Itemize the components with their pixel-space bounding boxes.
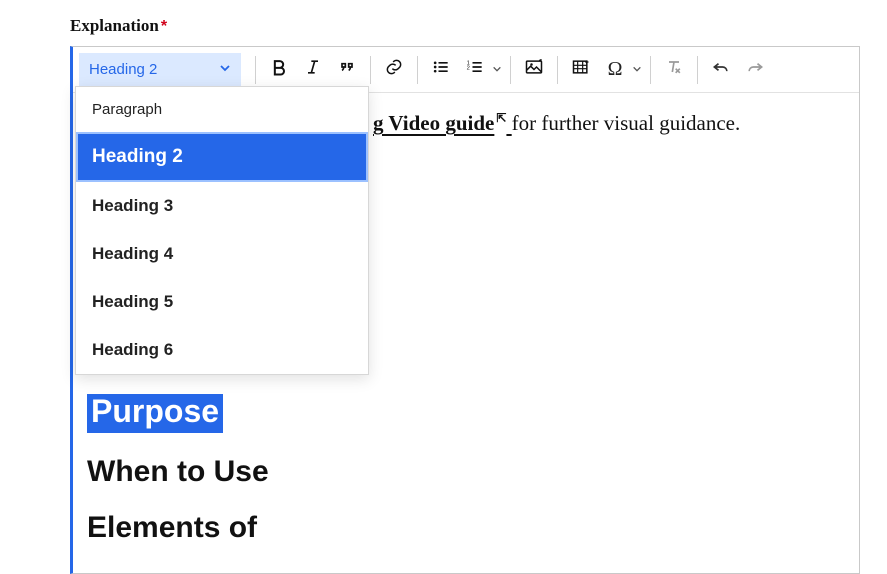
italic-icon: [303, 57, 323, 82]
external-link-icon: ⇱: [496, 111, 506, 126]
clear-formatting-button[interactable]: [657, 53, 691, 87]
special-char-icon: Ω: [608, 58, 623, 81]
link-button[interactable]: [377, 53, 411, 87]
redo-button[interactable]: [738, 53, 772, 87]
quote-icon: [337, 57, 357, 82]
undo-icon: [711, 57, 731, 82]
chevron-down-icon: [632, 61, 642, 79]
link-icon: [384, 57, 404, 82]
heading-option-heading-6[interactable]: Heading 6: [76, 326, 368, 374]
svg-text:2: 2: [467, 66, 470, 72]
content-line-1-rest: for further visual guidance.: [512, 111, 741, 135]
field-label: Explanation: [70, 16, 159, 35]
toolbar-separator: [370, 56, 371, 84]
undo-button[interactable]: [704, 53, 738, 87]
numbered-list-icon: 12: [465, 57, 485, 82]
redo-icon: [745, 57, 765, 82]
heading-dropdown-menu[interactable]: ParagraphHeading 2Heading 3Heading 4Head…: [75, 86, 369, 375]
toolbar-separator: [557, 56, 558, 84]
heading-option-heading-5[interactable]: Heading 5: [76, 278, 368, 326]
toolbar-separator: [650, 56, 651, 84]
bulleted-list-button[interactable]: [424, 53, 458, 87]
heading-when-to-use[interactable]: When to Use: [87, 455, 845, 489]
heading-option-heading-3[interactable]: Heading 3: [76, 182, 368, 230]
table-icon: [571, 57, 591, 82]
chevron-down-icon: [219, 61, 231, 78]
toolbar-separator: [417, 56, 418, 84]
bold-icon: [269, 57, 289, 82]
bold-button[interactable]: [262, 53, 296, 87]
insert-media-button[interactable]: [517, 53, 551, 87]
heading-option-paragraph[interactable]: Paragraph: [76, 87, 368, 132]
numbered-list-button[interactable]: 12: [458, 53, 492, 87]
heading-dropdown-button[interactable]: Heading 2: [79, 53, 241, 87]
video-guide-link-text: g Video guide: [373, 111, 494, 135]
heading-dropdown-label: Heading 2: [89, 61, 157, 78]
insert-table-button[interactable]: [564, 53, 598, 87]
heading-option-heading-2[interactable]: Heading 2: [76, 132, 368, 182]
blockquote-button[interactable]: [330, 53, 364, 87]
special-char-button[interactable]: Ω: [598, 53, 632, 87]
video-guide-link[interactable]: g Video guide⇱: [373, 111, 512, 135]
special-char-dropdown[interactable]: [630, 61, 644, 79]
clear-format-icon: [664, 57, 684, 82]
bulleted-list-icon: [431, 57, 451, 82]
list-style-dropdown[interactable]: [490, 61, 504, 79]
heading-purpose[interactable]: Purpose: [87, 394, 223, 433]
media-icon: [524, 57, 544, 82]
field-label-row: Explanation*: [70, 16, 887, 36]
chevron-down-icon: [492, 61, 502, 79]
italic-button[interactable]: [296, 53, 330, 87]
heading-option-heading-4[interactable]: Heading 4: [76, 230, 368, 278]
heading-elements-of[interactable]: Elements of: [87, 511, 845, 545]
toolbar-separator: [510, 56, 511, 84]
toolbar-separator: [255, 56, 256, 84]
toolbar-separator: [697, 56, 698, 84]
content-line-1: g Video guide⇱ for further visual guidan…: [373, 111, 845, 136]
required-indicator: *: [161, 18, 167, 35]
